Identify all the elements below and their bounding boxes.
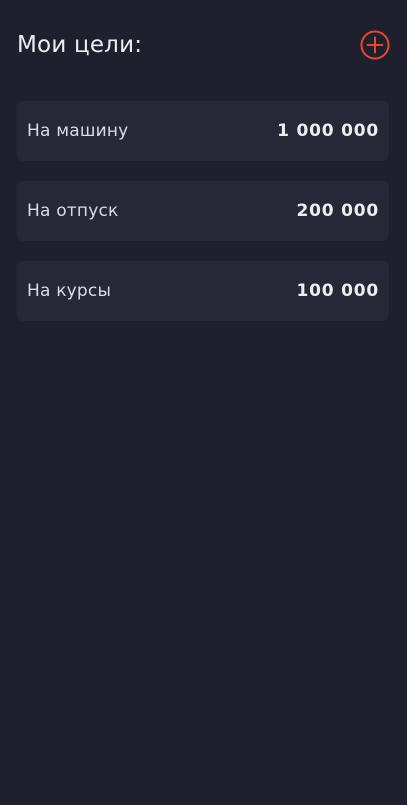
goal-name: На отпуск xyxy=(27,201,119,221)
goal-item[interactable]: На отпуск 200 000 xyxy=(17,181,389,241)
goal-amount: 100 000 xyxy=(296,281,379,301)
header: Мои цели: xyxy=(17,27,390,63)
goal-amount: 1 000 000 xyxy=(277,121,379,141)
goal-item[interactable]: На машину 1 000 000 xyxy=(17,101,389,161)
goal-name: На машину xyxy=(27,121,129,141)
goal-name: На курсы xyxy=(27,281,112,301)
goal-item[interactable]: На курсы 100 000 xyxy=(17,261,389,321)
add-goal-button[interactable] xyxy=(359,29,391,61)
goals-screen: Мои цели: На машину 1 000 000 На отпуск … xyxy=(0,0,407,805)
plus-circle-icon xyxy=(360,30,390,60)
goal-amount: 200 000 xyxy=(296,201,379,221)
page-title: Мои цели: xyxy=(17,32,143,58)
goals-list: На машину 1 000 000 На отпуск 200 000 На… xyxy=(17,101,389,321)
